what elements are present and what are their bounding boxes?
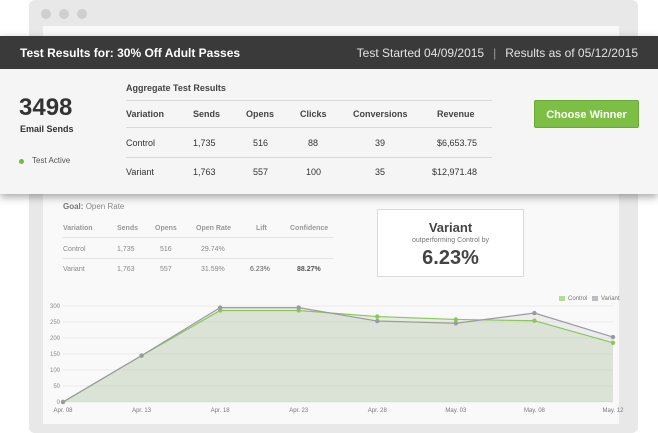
email-sends-label: Email Sends <box>20 124 74 134</box>
window-dot-icon <box>59 9 69 19</box>
divider <box>63 258 333 259</box>
table-row: Variant 1,763 557 31.59% 6.23% 88.27% <box>63 266 333 286</box>
column-header: Conversions <box>353 109 408 119</box>
column-header: Sends <box>193 109 221 119</box>
test-started: Test Started 04/09/2015 <box>356 46 485 60</box>
point-variant <box>610 334 616 340</box>
point-variant <box>296 305 301 310</box>
x-tick-label: May. 08 <box>524 408 546 414</box>
results-as-of: Results as of 05/12/2015 <box>505 46 638 60</box>
column-header: Sends <box>117 225 139 232</box>
cell-open-rate: 31.59% <box>201 266 225 273</box>
cell-opens: 516 <box>253 138 269 148</box>
card-value: 6.23% <box>422 247 479 269</box>
window-dot-icon <box>41 9 51 19</box>
cell-sends: 1,735 <box>117 246 135 253</box>
test-title: Test Results for: 30% Off Adult Passes <box>20 46 241 60</box>
cell-clicks: 100 <box>306 167 322 177</box>
x-tick-label: May. 12 <box>603 408 625 414</box>
table-header-row: Variation Sends Opens Clicks Conversions… <box>126 100 492 126</box>
cell-clicks: 88 <box>308 138 319 148</box>
point-variant <box>375 318 380 324</box>
cell-lift: 6.23% <box>250 266 270 273</box>
test-dates: Test Started 04/09/2015 | Results as of 05… <box>357 46 638 60</box>
cell-confidence: 88.27% <box>297 266 321 273</box>
column-header: Confidence <box>290 225 329 232</box>
column-header: Opens <box>246 109 275 119</box>
column-header: Variation <box>63 225 93 232</box>
status-dot-icon <box>19 159 24 164</box>
point-control <box>453 317 459 322</box>
x-tick-label: Apr. 08 <box>53 408 73 414</box>
table-row: Control 1,735 516 88 39 $6,653.75 <box>126 129 492 155</box>
cell-variation: Control <box>126 138 156 148</box>
test-status: Test Active <box>32 156 71 165</box>
column-header: Clicks <box>300 109 327 119</box>
x-tick-label: Apr. 23 <box>289 408 309 414</box>
cell-variation: Control <box>63 246 86 253</box>
column-header: Variation <box>126 109 165 119</box>
x-tick-label: May. 03 <box>445 408 467 414</box>
point-control <box>532 318 537 323</box>
y-tick-label: 150 <box>50 352 61 358</box>
card-title: Variant <box>428 220 473 235</box>
divider <box>126 127 492 128</box>
column-header: Revenue <box>437 109 475 119</box>
cell-variation: Variant <box>63 266 85 273</box>
point-control <box>610 340 616 345</box>
column-header: Lift <box>256 225 267 232</box>
window-dot-icon <box>77 9 87 19</box>
cell-opens: 557 <box>253 167 269 177</box>
variant-summary-card: Variant outperforming Control by 6.23% <box>377 209 524 277</box>
panel-header: Test Results for: 30% Off Adult Passes T… <box>0 36 658 69</box>
point-variant <box>532 310 537 316</box>
aggregate-title: Aggregate Test Results <box>126 83 226 93</box>
cell-opens: 557 <box>160 266 172 273</box>
card-subtitle: outperforming Control by <box>411 237 490 244</box>
x-tick-label: Apr. 18 <box>211 408 231 414</box>
column-header: Open Rate <box>196 225 232 232</box>
cell-opens: 516 <box>160 246 172 253</box>
cell-conversions: 35 <box>375 167 386 177</box>
choose-winner-button[interactable]: Choose Winner <box>534 100 639 128</box>
cell-open-rate: 29.74% <box>201 246 225 253</box>
point-variant <box>217 305 223 310</box>
cell-sends: 1,763 <box>193 167 216 177</box>
point-control <box>375 314 380 319</box>
table-row: Variant 1,763 557 100 35 $12,971.48 <box>126 158 492 184</box>
divider <box>63 237 333 238</box>
email-sends-count: 3498 <box>19 94 73 121</box>
y-tick-label: 300 <box>50 304 61 310</box>
x-tick-label: Apr. 13 <box>132 408 152 414</box>
results-panel: Test Results for: 30% Off Adult Passes T… <box>0 36 658 194</box>
cell-conversions: 39 <box>375 138 386 148</box>
separator: | <box>493 46 497 60</box>
point-variant <box>60 399 66 405</box>
table-row: Control 1,735 516 29.74% <box>63 246 333 266</box>
divider <box>126 100 492 101</box>
point-variant <box>453 321 459 326</box>
y-tick-label: 100 <box>50 368 61 374</box>
cell-sends: 1,763 <box>117 266 135 273</box>
y-tick-label: 250 <box>50 320 61 326</box>
cell-variation: Variant <box>126 167 154 177</box>
table-header-row: Variation Sends Opens Open Rate Lift Con… <box>63 225 333 245</box>
goal-label: Goal: Open Rate <box>63 202 125 211</box>
column-header: Opens <box>155 225 177 232</box>
y-tick-label: 0 <box>57 400 61 406</box>
y-tick-label: 200 <box>50 336 61 342</box>
y-tick-label: 50 <box>53 384 60 390</box>
cell-sends: 1,735 <box>193 138 216 148</box>
point-variant <box>139 353 144 358</box>
cell-revenue: $6,653.75 <box>437 138 478 148</box>
x-tick-label: Apr. 28 <box>368 408 388 414</box>
open-rate-chart: 0 50 100 150 200 250 300 Apr. 08 Apr. 13 Apr. 18 A… <box>43 292 633 422</box>
chart-svg: 0 50 100 150 200 250 300 Apr. 08 Apr. 13 Apr. 18 A… <box>50 304 625 414</box>
cell-revenue: $12,971.48 <box>432 167 478 177</box>
